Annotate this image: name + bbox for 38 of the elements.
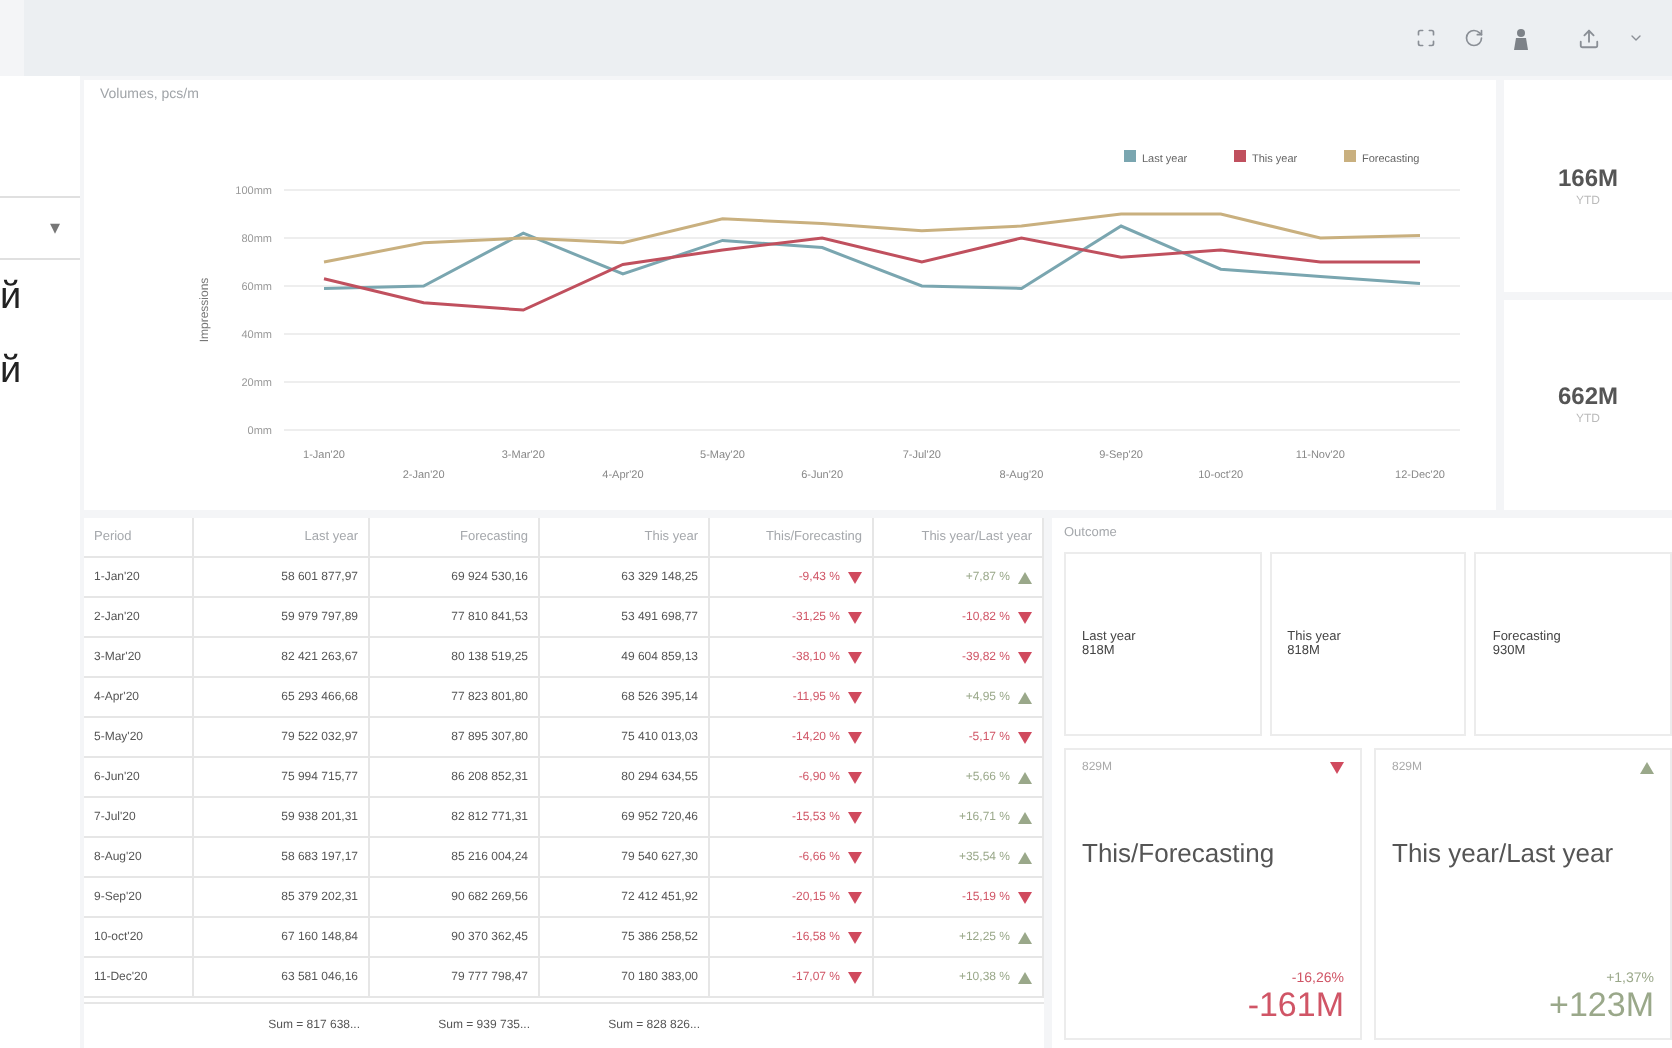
up-triangle-icon — [1018, 811, 1032, 823]
comparison-title: This year/Last year — [1392, 838, 1616, 868]
menu-text: й — [0, 274, 24, 322]
up-triangle-icon — [1640, 762, 1654, 774]
down-triangle-icon — [1018, 731, 1032, 743]
up-triangle-icon — [1018, 571, 1032, 583]
up-triangle-icon — [1018, 851, 1032, 863]
delta-value: +123M — [1549, 986, 1654, 1026]
comparison-title: This/Forecasting — [1082, 838, 1277, 868]
dropdown[interactable]: ▾ — [0, 196, 80, 260]
fullscreen-icon[interactable] — [1416, 28, 1436, 48]
menu-text: й — [0, 348, 24, 396]
up-triangle-icon — [1018, 971, 1032, 983]
up-triangle-icon — [1018, 771, 1032, 783]
refresh-icon[interactable] — [1464, 28, 1484, 48]
up-triangle-icon — [1018, 691, 1032, 703]
down-triangle-icon — [1018, 651, 1032, 663]
upload-icon[interactable] — [1578, 27, 1600, 49]
down-triangle-icon — [848, 891, 862, 903]
caret-icon[interactable] — [1628, 30, 1644, 46]
kpi-value: 662M — [1557, 382, 1619, 411]
down-triangle-icon — [848, 691, 862, 703]
down-triangle-icon — [848, 971, 862, 983]
down-triangle-icon — [1018, 891, 1032, 903]
down-triangle-icon — [848, 931, 862, 943]
down-triangle-icon — [848, 571, 862, 583]
up-triangle-icon — [1018, 931, 1032, 943]
down-triangle-icon — [848, 731, 862, 743]
kpi-value: 166M — [1557, 163, 1619, 192]
down-triangle-icon — [848, 771, 862, 783]
down-triangle-icon — [1330, 762, 1344, 774]
figure-icon[interactable] — [1512, 27, 1530, 49]
down-triangle-icon — [1018, 611, 1032, 623]
down-triangle-icon — [848, 851, 862, 863]
delta-value: -161M — [1247, 986, 1344, 1026]
down-triangle-icon — [848, 611, 862, 623]
down-triangle-icon — [848, 811, 862, 823]
down-triangle-icon — [848, 651, 862, 663]
